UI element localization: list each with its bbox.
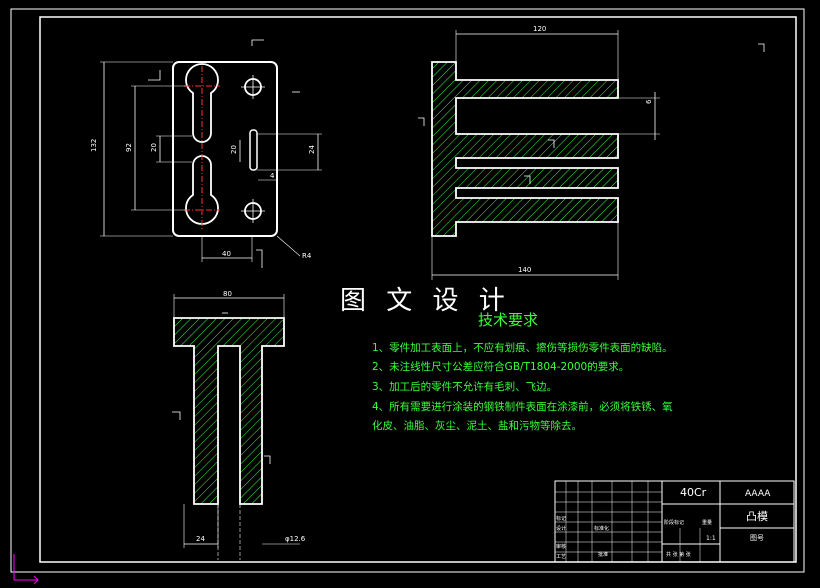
tb-label-standard: 标准化 [594,525,609,532]
tb-label-process: 工艺 [556,554,566,560]
tb-drawing-no-label: 图号 [750,534,764,542]
dim-side-thickness: 6 [645,99,653,104]
tb-label-review: 审核 [556,543,566,550]
ucs-icon [13,554,39,585]
tb-label-stage: 阶段标记 [664,519,684,526]
front-view [100,39,322,268]
dim-bottom-leg-width: 24 [196,535,205,543]
tb-label-mark: 标记 [556,515,566,522]
tb-scale: 1:1 [706,535,716,542]
dim-bottom-diameter: φ12.6 [285,535,306,543]
tb-material: 40Cr [680,486,707,499]
dim-front-height: 132 [90,139,98,152]
dim-front-slot-width: 20 [150,143,158,152]
tb-label-sheets: 共 张 第 张 [666,551,691,558]
dim-side-top-width: 120 [533,25,546,33]
tb-company: AAAA [745,489,771,499]
requirement-4-cont: 化皮、油脂、灰尘、泥土、盐和污物等除去。 [372,420,582,432]
requirement-2: 2、未注线性尺寸公差应符合GB/T1804-2000的要求。 [372,361,630,373]
side-view [418,30,765,280]
dim-front-bottom-width: 40 [222,250,231,258]
requirement-3: 3、加工后的零件不允许有毛刺、飞边。 [372,381,558,393]
tb-label-weight: 重量 [702,519,712,526]
dim-front-gap: 4 [270,172,275,180]
tb-label-approve: 批准 [598,551,608,558]
dim-front-radius: R4 [302,252,312,260]
requirement-1: 1、零件加工表面上，不应有划痕、擦伤等损伤零件表面的缺陷。 [372,342,673,354]
dim-bottom-top-width: 80 [223,290,232,298]
dim-front-hole-spacing: 20 [230,145,238,154]
requirements-title: 技术要求 [478,311,539,329]
tb-label-design: 设计 [556,525,566,532]
tb-part-name: 凸模 [746,510,768,523]
dim-side-bottom-width: 140 [518,266,531,274]
dim-front-slot-span: 92 [125,143,133,152]
bottom-view [172,294,300,560]
dim-front-width-right: 24 [308,145,316,154]
requirement-4: 4、所有需要进行涂装的钢铁制件表面在涂漆前，必须将铁锈、氧 [372,401,673,413]
